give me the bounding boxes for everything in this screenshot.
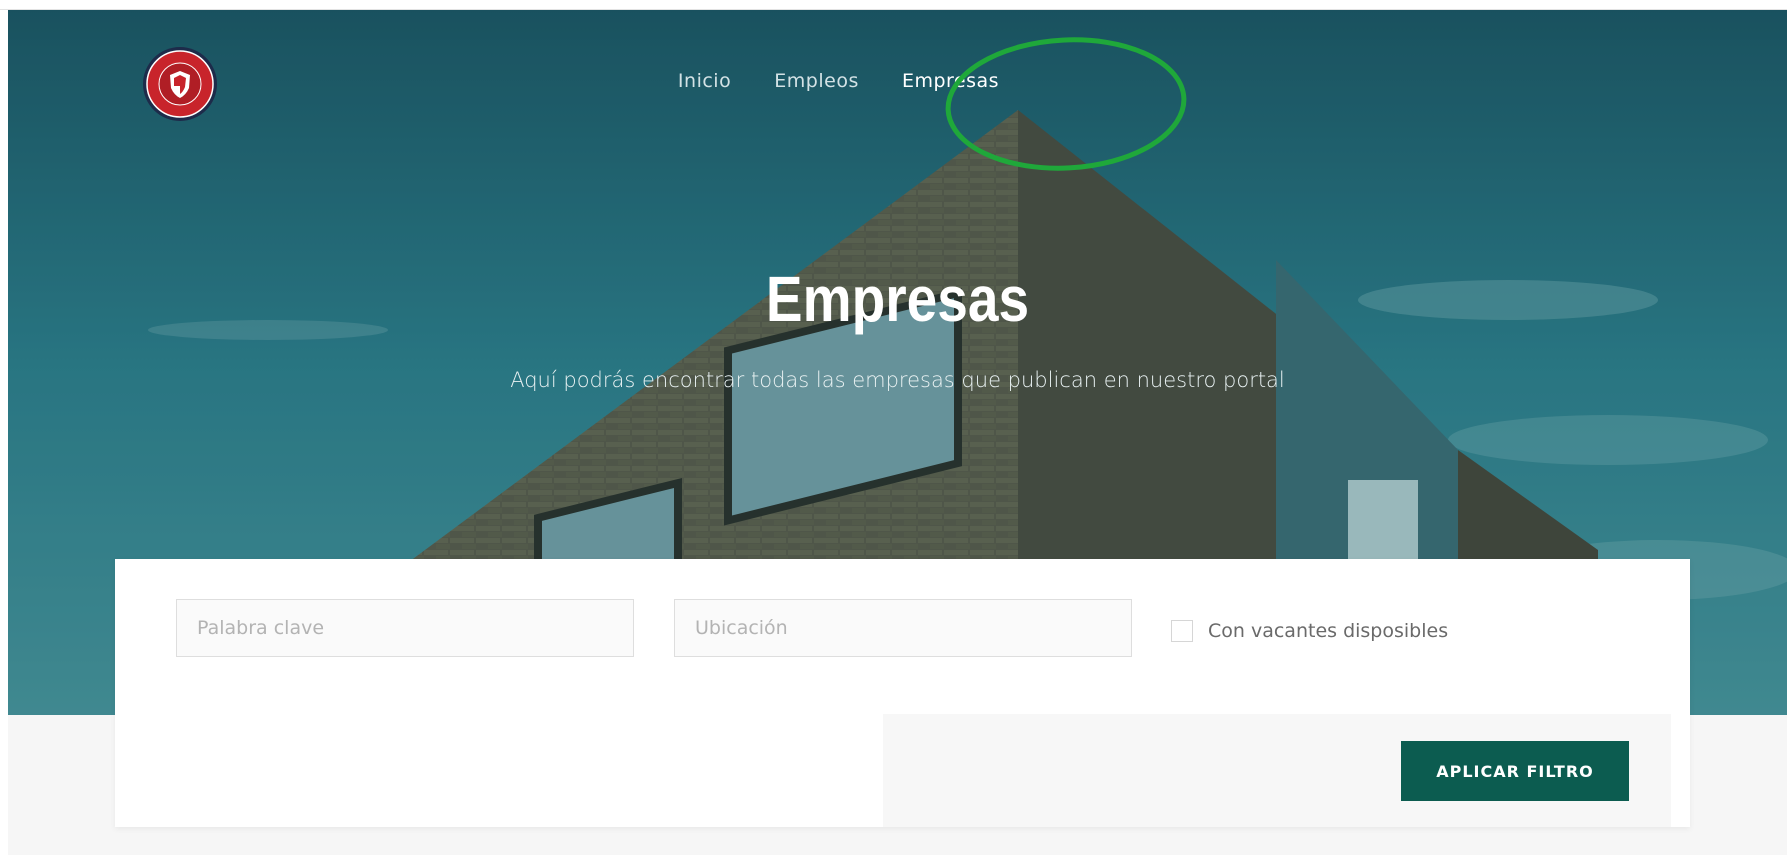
main-nav: Inicio Empleos Empresas: [8, 70, 1787, 92]
highlight-ring-annotation: [945, 37, 1187, 171]
apply-filter-button[interactable]: APLICAR FILTRO: [1401, 741, 1629, 801]
filter-panel: Con vacantes disposibles APLICAR FILTRO: [115, 559, 1690, 827]
nav-item-empleos[interactable]: Empleos: [774, 70, 859, 92]
location-input[interactable]: [674, 599, 1132, 657]
nav-item-inicio[interactable]: Inicio: [678, 70, 731, 92]
vacancies-checkbox[interactable]: [1171, 620, 1193, 642]
keyword-input[interactable]: [176, 599, 634, 657]
vacancies-filter[interactable]: Con vacantes disposibles: [1171, 620, 1448, 642]
vacancies-label: Con vacantes disposibles: [1208, 620, 1449, 642]
top-border: [0, 0, 1787, 10]
page-subtitle: Aquí podrás encontrar todas las empresas…: [510, 368, 1285, 392]
page-title: Empresas: [765, 263, 1030, 335]
